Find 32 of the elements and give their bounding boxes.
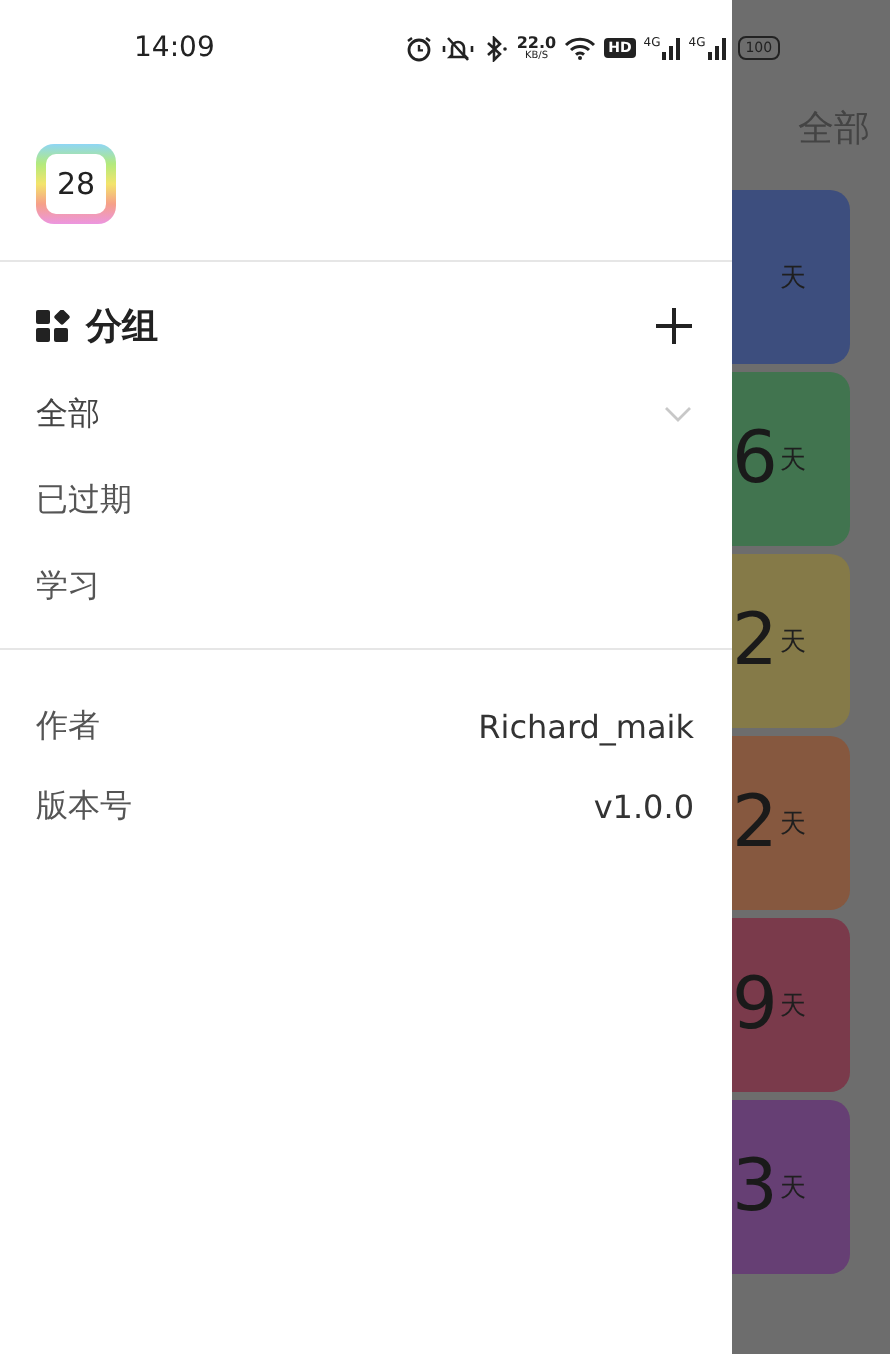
add-icon[interactable] (654, 306, 694, 346)
signal-icon (707, 36, 726, 60)
day-count: 9 (732, 969, 770, 1041)
day-unit: 天 (780, 443, 806, 477)
day-unit: 天 (780, 261, 806, 295)
info-label: 作者 (36, 705, 100, 747)
day-unit: 天 (780, 625, 806, 659)
day-unit: 天 (780, 989, 806, 1023)
group-item[interactable]: 全部 (0, 372, 732, 458)
day-unit: 天 (780, 807, 806, 841)
info-value: v1.0.0 (593, 787, 694, 825)
signal-icon (662, 36, 681, 60)
day-unit: 天 (780, 1171, 806, 1205)
grid-icon (36, 310, 72, 342)
group-item[interactable]: 学习 (0, 544, 732, 630)
info-label: 版本号 (36, 785, 132, 827)
clock-time: 14:09 (134, 32, 215, 64)
day-count: 2 (732, 605, 770, 677)
app-icon: 28 (36, 144, 116, 224)
day-count: 3 (732, 1151, 770, 1223)
section-title: 分组 (86, 304, 160, 350)
day-count: 6 (732, 423, 770, 495)
day-count: 2 (732, 787, 770, 859)
alarm-icon (406, 35, 433, 61)
check-icon (664, 406, 692, 424)
countdown-card[interactable]: 天 (732, 190, 850, 364)
bluetooth-icon (484, 35, 509, 61)
group-item[interactable]: 已过期 (0, 458, 732, 544)
wifi-icon (564, 36, 597, 60)
network-speed: 22.0 (516, 35, 557, 51)
mute-icon (442, 35, 475, 61)
info-value: Richard_maik (478, 707, 694, 745)
